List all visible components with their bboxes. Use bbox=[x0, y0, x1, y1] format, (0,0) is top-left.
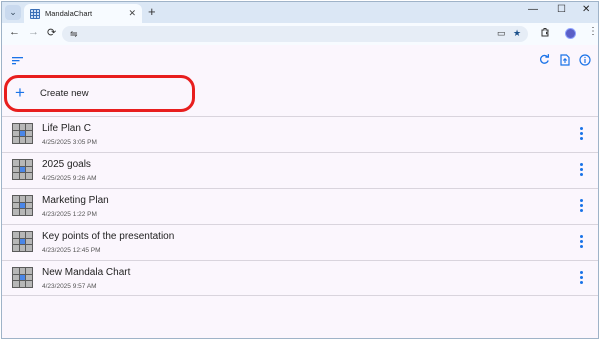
profile-avatar[interactable] bbox=[565, 28, 576, 39]
sort-icon[interactable] bbox=[12, 56, 23, 68]
chart-name: Life Plan C bbox=[42, 123, 91, 134]
chart-date: 4/23/2025 9:57 AM bbox=[42, 283, 97, 290]
list-item[interactable]: Key points of the presentation 4/23/2025 … bbox=[2, 224, 598, 260]
tab-strip: ⌄ MandalaChart ✕ + — ☐ ✕ bbox=[2, 2, 598, 23]
browser-menu-icon[interactable]: ⋮ bbox=[588, 26, 598, 37]
app-page: + Create new Life Plan C 4/25/2025 3:05 P… bbox=[2, 45, 598, 338]
site-info-icon[interactable]: ⇋ bbox=[70, 29, 78, 40]
address-bar[interactable]: ⇋ ▭ ★ bbox=[62, 26, 528, 42]
chart-list: Life Plan C 4/25/2025 3:05 PM 2025 goals 4/… bbox=[2, 116, 598, 296]
extensions-icon[interactable] bbox=[540, 27, 550, 40]
chart-date: 4/25/2025 9:26 AM bbox=[42, 175, 97, 182]
create-new-label: Create new bbox=[40, 87, 89, 99]
refresh-icon[interactable] bbox=[539, 54, 550, 68]
list-item[interactable]: 2025 goals 4/25/2025 9:26 AM bbox=[2, 152, 598, 188]
plus-icon: + bbox=[15, 83, 25, 102]
back-button[interactable]: ← bbox=[9, 26, 20, 38]
maximize-button[interactable]: ☐ bbox=[557, 4, 566, 15]
chart-name: 2025 goals bbox=[42, 159, 91, 170]
list-item[interactable]: Life Plan C 4/25/2025 3:05 PM bbox=[2, 116, 598, 152]
tab-title: MandalaChart bbox=[45, 9, 93, 18]
new-tab-button[interactable]: + bbox=[148, 4, 156, 19]
chart-name: Marketing Plan bbox=[42, 195, 109, 206]
mandala-thumbnail-icon bbox=[12, 267, 33, 288]
chart-date: 4/23/2025 12:45 PM bbox=[42, 247, 101, 254]
mandala-thumbnail-icon bbox=[12, 195, 33, 216]
more-options-icon[interactable] bbox=[578, 235, 584, 248]
list-item[interactable]: New Mandala Chart 4/23/2025 9:57 AM bbox=[2, 260, 598, 296]
list-item[interactable]: Marketing Plan 4/23/2025 1:22 PM bbox=[2, 188, 598, 224]
browser-window: ⌄ MandalaChart ✕ + — ☐ ✕ ← → ⟳ ⇋ ▭ ★ ⋮ +… bbox=[1, 1, 599, 339]
mandala-favicon-icon bbox=[30, 8, 40, 19]
export-icon[interactable] bbox=[560, 54, 570, 69]
mandala-thumbnail-icon bbox=[12, 231, 33, 252]
mandala-thumbnail-icon bbox=[12, 159, 33, 180]
bookmark-star-icon[interactable]: ★ bbox=[513, 28, 521, 39]
chevron-down-icon[interactable]: ⌄ bbox=[5, 5, 21, 20]
chart-name: New Mandala Chart bbox=[42, 267, 131, 278]
close-icon[interactable]: ✕ bbox=[128, 8, 136, 19]
browser-toolbar: ← → ⟳ ⇋ ▭ ★ ⋮ bbox=[2, 23, 598, 45]
chart-name: Key points of the presentation bbox=[42, 231, 175, 242]
more-options-icon[interactable] bbox=[578, 127, 584, 140]
chart-date: 4/25/2025 3:05 PM bbox=[42, 139, 97, 146]
forward-button[interactable]: → bbox=[28, 26, 39, 38]
tab-mandalachart[interactable]: MandalaChart ✕ bbox=[24, 4, 142, 23]
chart-date: 4/23/2025 1:22 PM bbox=[42, 211, 97, 218]
more-options-icon[interactable] bbox=[578, 271, 584, 284]
reload-button[interactable]: ⟳ bbox=[47, 26, 56, 39]
info-icon[interactable] bbox=[579, 54, 591, 69]
more-options-icon[interactable] bbox=[578, 163, 584, 176]
more-options-icon[interactable] bbox=[578, 199, 584, 212]
mandala-thumbnail-icon bbox=[12, 123, 33, 144]
close-window-button[interactable]: ✕ bbox=[582, 4, 590, 15]
minimize-button[interactable]: — bbox=[528, 4, 538, 15]
create-new-button[interactable]: + Create new bbox=[15, 83, 89, 102]
cast-icon[interactable]: ▭ bbox=[497, 28, 506, 39]
